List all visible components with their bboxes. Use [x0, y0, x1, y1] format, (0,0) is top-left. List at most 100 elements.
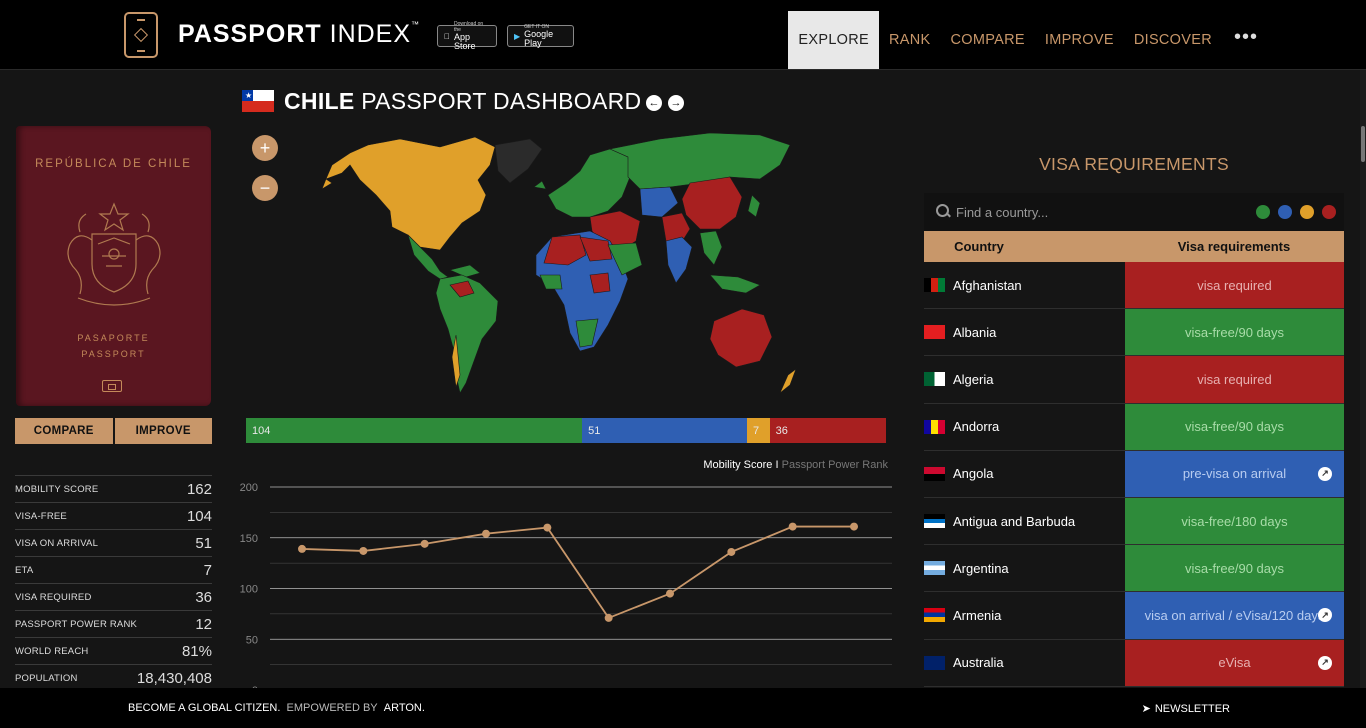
- play-icon: ▶: [514, 31, 521, 41]
- visa-table-header: Country Visa requirements: [924, 231, 1344, 262]
- visa-row[interactable]: Armenia visa on arrival / eVisa/120 days ↗: [924, 592, 1344, 640]
- country-name: Australia: [953, 655, 1004, 671]
- external-link-icon[interactable]: ↗: [1318, 466, 1332, 481]
- page-scrollbar[interactable]: [1360, 70, 1366, 688]
- more-menu-icon[interactable]: •••: [1222, 5, 1270, 69]
- data-point[interactable]: [420, 539, 429, 548]
- country-name: Afghanistan: [953, 277, 1022, 293]
- google-play-badge[interactable]: ▶ GET IT ON Google Play: [507, 24, 574, 48]
- visa-row[interactable]: Argentina visa-free/90 days: [924, 545, 1344, 593]
- visa-table-body: Afghanistan visa required Albania visa-free…: [924, 262, 1344, 687]
- map-zoom-in-button[interactable]: +: [252, 135, 278, 161]
- country-navigation: ← →: [646, 95, 684, 111]
- arton-link[interactable]: ARTON.: [384, 702, 425, 714]
- newsletter-link[interactable]: ➤ NEWSLETTER: [1142, 702, 1230, 716]
- world-map[interactable]: [290, 125, 820, 405]
- column-country[interactable]: Country: [924, 231, 1034, 262]
- map-zoom-out-button[interactable]: −: [252, 175, 278, 201]
- nav-improve[interactable]: IMPROVE: [1035, 11, 1124, 69]
- legend-mobility-score[interactable]: Mobility Score: [703, 459, 772, 471]
- visa-on-arrival-segment[interactable]: 51: [582, 418, 747, 443]
- external-link-icon[interactable]: ↗: [1318, 655, 1332, 670]
- visa-row[interactable]: Angola pre-visa on arrival ↗: [924, 450, 1344, 498]
- am-flag-icon: [924, 608, 945, 623]
- data-point[interactable]: [666, 589, 674, 598]
- chart-legend: Mobility Score I Passport Power Rank: [703, 459, 888, 471]
- visa-row[interactable]: Algeria visa required: [924, 356, 1344, 404]
- data-point[interactable]: [359, 546, 368, 555]
- ag-flag-icon: [924, 514, 945, 529]
- country-name: Angola: [953, 466, 994, 482]
- improve-button[interactable]: IMPROVE: [114, 418, 212, 444]
- data-point[interactable]: [482, 529, 490, 538]
- passport-index-logo-icon[interactable]: [124, 12, 158, 58]
- top-bar: PASSPORT INDEX™  Download on theApp Sto…: [0, 0, 1366, 70]
- data-point[interactable]: [543, 523, 552, 532]
- external-link-icon[interactable]: ↗: [1318, 608, 1332, 623]
- visa-requirement-text: visa-free/90 days: [1185, 419, 1284, 435]
- country-cell: Angola: [924, 451, 1125, 497]
- country-cell: Algeria: [924, 356, 1125, 402]
- country-cell: Andorra: [924, 404, 1125, 450]
- visa-row[interactable]: Andorra visa-free/90 days: [924, 403, 1344, 451]
- nav-compare[interactable]: COMPARE: [941, 11, 1035, 69]
- al-flag-icon: [924, 325, 945, 340]
- visa-requirement-text: visa-free/180 days: [1181, 513, 1288, 529]
- data-point[interactable]: [298, 544, 306, 553]
- visa-requirement-cell: pre-visa on arrival ↗: [1125, 450, 1344, 497]
- visa-requirement-cell: visa on arrival / eVisa/120 days ↗: [1125, 592, 1344, 639]
- site-logo[interactable]: PASSPORT INDEX™: [178, 20, 420, 49]
- data-point[interactable]: [604, 613, 613, 622]
- legend-power-rank[interactable]: Passport Power Rank: [782, 459, 888, 471]
- visa-row[interactable]: Afghanistan visa required: [924, 262, 1344, 310]
- visa-row[interactable]: Antigua and Barbuda visa-free/180 days: [924, 497, 1344, 546]
- visa-free-segment[interactable]: 104: [246, 418, 583, 443]
- visa-requirement-text: visa-free/90 days: [1185, 560, 1284, 576]
- stat-row: VISA ON ARRIVAL 51: [15, 529, 212, 556]
- country-name: Armenia: [953, 607, 1002, 623]
- stat-row: VISA-FREE 104: [15, 502, 212, 529]
- data-point[interactable]: [788, 522, 797, 531]
- next-country-icon[interactable]: →: [668, 95, 684, 111]
- main-nav: EXPLORE RANK COMPARE IMPROVE DISCOVER ••…: [788, 11, 1270, 69]
- column-visa-requirements[interactable]: Visa requirements: [1034, 231, 1344, 262]
- filter-visa-on-arrival-dot[interactable]: [1278, 205, 1292, 219]
- passport-cover-subtitle: PASAPORTE PASSPORT: [77, 333, 150, 359]
- filter-visa-free-dot[interactable]: [1256, 205, 1270, 219]
- data-point[interactable]: [727, 547, 736, 556]
- stat-row: POPULATION 18,430,408: [15, 664, 212, 691]
- eta-segment[interactable]: 7: [747, 418, 770, 443]
- stat-row: MOBILITY SCORE 162: [15, 475, 212, 502]
- country-name: Argentina: [953, 560, 1009, 576]
- search-input[interactable]: Find a country...: [956, 205, 1256, 220]
- page-title: CHILE PASSPORT DASHBOARD: [284, 87, 642, 114]
- passport-actions: COMPARE IMPROVE: [15, 418, 212, 444]
- previous-country-icon[interactable]: ←: [646, 95, 662, 111]
- af-flag-icon: [924, 278, 945, 293]
- visa-row[interactable]: Albania visa-free/90 days: [924, 309, 1344, 357]
- filter-visa-required-dot[interactable]: [1322, 205, 1336, 219]
- country-cell: Antigua and Barbuda: [924, 498, 1125, 544]
- app-store-badge[interactable]:  Download on theApp Store: [437, 21, 497, 51]
- visa-requirement-text: visa required: [1197, 277, 1272, 293]
- filter-eta-dot[interactable]: [1300, 205, 1314, 219]
- ar-flag-icon: [924, 561, 945, 576]
- stat-row: VISA REQUIRED 36: [15, 583, 212, 610]
- nav-explore[interactable]: EXPLORE: [788, 11, 880, 69]
- nav-discover[interactable]: DISCOVER: [1124, 11, 1222, 69]
- visa-row[interactable]: Australia eVisa ↗: [924, 639, 1344, 687]
- y-tick-label: 50: [246, 634, 258, 646]
- au-flag-icon: [924, 655, 945, 670]
- compare-button[interactable]: COMPARE: [15, 418, 113, 444]
- visa-requirement-cell: visa required: [1125, 262, 1344, 309]
- visa-requirement-cell: eVisa ↗: [1125, 639, 1344, 686]
- visa-requirements-title: VISA REQUIREMENTS: [1039, 154, 1229, 174]
- chile-flag-icon: ★: [242, 90, 274, 112]
- nav-rank[interactable]: RANK: [879, 11, 941, 69]
- y-tick-label: 100: [240, 584, 258, 596]
- visa-requirement-text: eVisa: [1218, 655, 1251, 671]
- visa-requirement-cell: visa-free/90 days: [1125, 403, 1344, 450]
- visa-required-segment[interactable]: 36: [769, 418, 886, 443]
- data-point[interactable]: [850, 522, 858, 531]
- country-name: Andorra: [953, 419, 1000, 435]
